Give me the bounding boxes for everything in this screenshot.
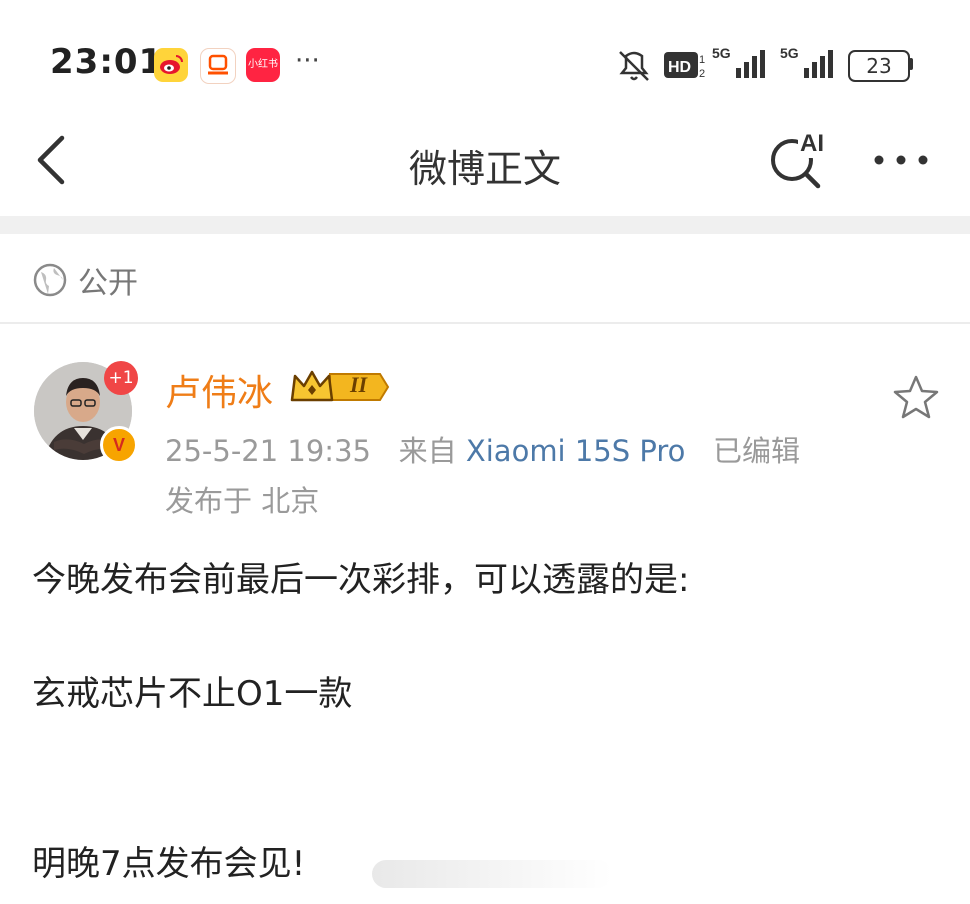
watermark-blur: [372, 860, 612, 888]
post-text-line: 今晚发布会前最后一次彩排，可以透露的是:: [32, 560, 690, 600]
visibility-label: 公开: [78, 266, 138, 301]
visibility-indicator: 公开: [32, 258, 138, 302]
member-level-badge[interactable]: II: [290, 366, 390, 408]
more-notifications-icon: ···: [295, 46, 320, 76]
mute-icon: [619, 51, 649, 81]
source-prefix: 来自: [398, 434, 457, 468]
battery-icon: 23: [848, 50, 910, 82]
post-text-line: 玄戒芯片不止O1一款: [32, 674, 353, 714]
star-icon: [893, 375, 939, 419]
author-name[interactable]: 卢伟冰: [165, 364, 273, 416]
svg-text:5G: 5G: [780, 45, 799, 61]
edited-label[interactable]: 已编辑: [713, 434, 800, 468]
battery-tip: [909, 58, 913, 70]
status-time: 23:01: [50, 42, 164, 82]
svg-text:HD: HD: [668, 59, 691, 76]
taobao-app-icon: [200, 48, 236, 84]
source-link[interactable]: Xiaomi 15S Pro: [466, 434, 686, 468]
verified-badge: V: [100, 426, 138, 464]
crown-icon: [290, 370, 390, 402]
more-icon: [874, 155, 928, 165]
post-timestamp: 25-5-21 19:35: [165, 434, 371, 468]
globe-icon: [33, 263, 67, 297]
post-location: 发布于 北京: [165, 484, 320, 518]
weibo-app-icon: [154, 48, 188, 82]
member-level-label: II: [350, 372, 368, 397]
favorite-button[interactable]: [892, 374, 940, 420]
hd-icon: HD 1 2: [664, 52, 705, 80]
xiaohongshu-app-icon: 小红书: [246, 48, 280, 82]
verified-badge-label: V: [112, 435, 125, 455]
svg-text:5G: 5G: [712, 45, 731, 61]
follow-update-badge: +1: [104, 361, 138, 395]
signal-5g-icon: 5G: [780, 45, 833, 78]
more-button[interactable]: [872, 145, 930, 175]
status-bar: 23:01 小红书 ··· HD 1 2 5G 5G 23: [0, 0, 970, 110]
ai-label: AI: [800, 130, 824, 157]
post-meta: 25-5-21 19:35 来自 Xiaomi 15S Pro 已编辑: [165, 428, 800, 470]
battery-level: 23: [866, 54, 892, 78]
section-divider: [0, 216, 970, 234]
signal-5g-icon: 5G: [712, 45, 765, 78]
svg-text:2: 2: [699, 68, 705, 80]
divider: [0, 322, 970, 324]
ai-search-button[interactable]: AI: [768, 128, 834, 192]
post-text-line: 明晚7点发布会见!: [32, 844, 306, 884]
svg-text:1: 1: [699, 54, 705, 66]
